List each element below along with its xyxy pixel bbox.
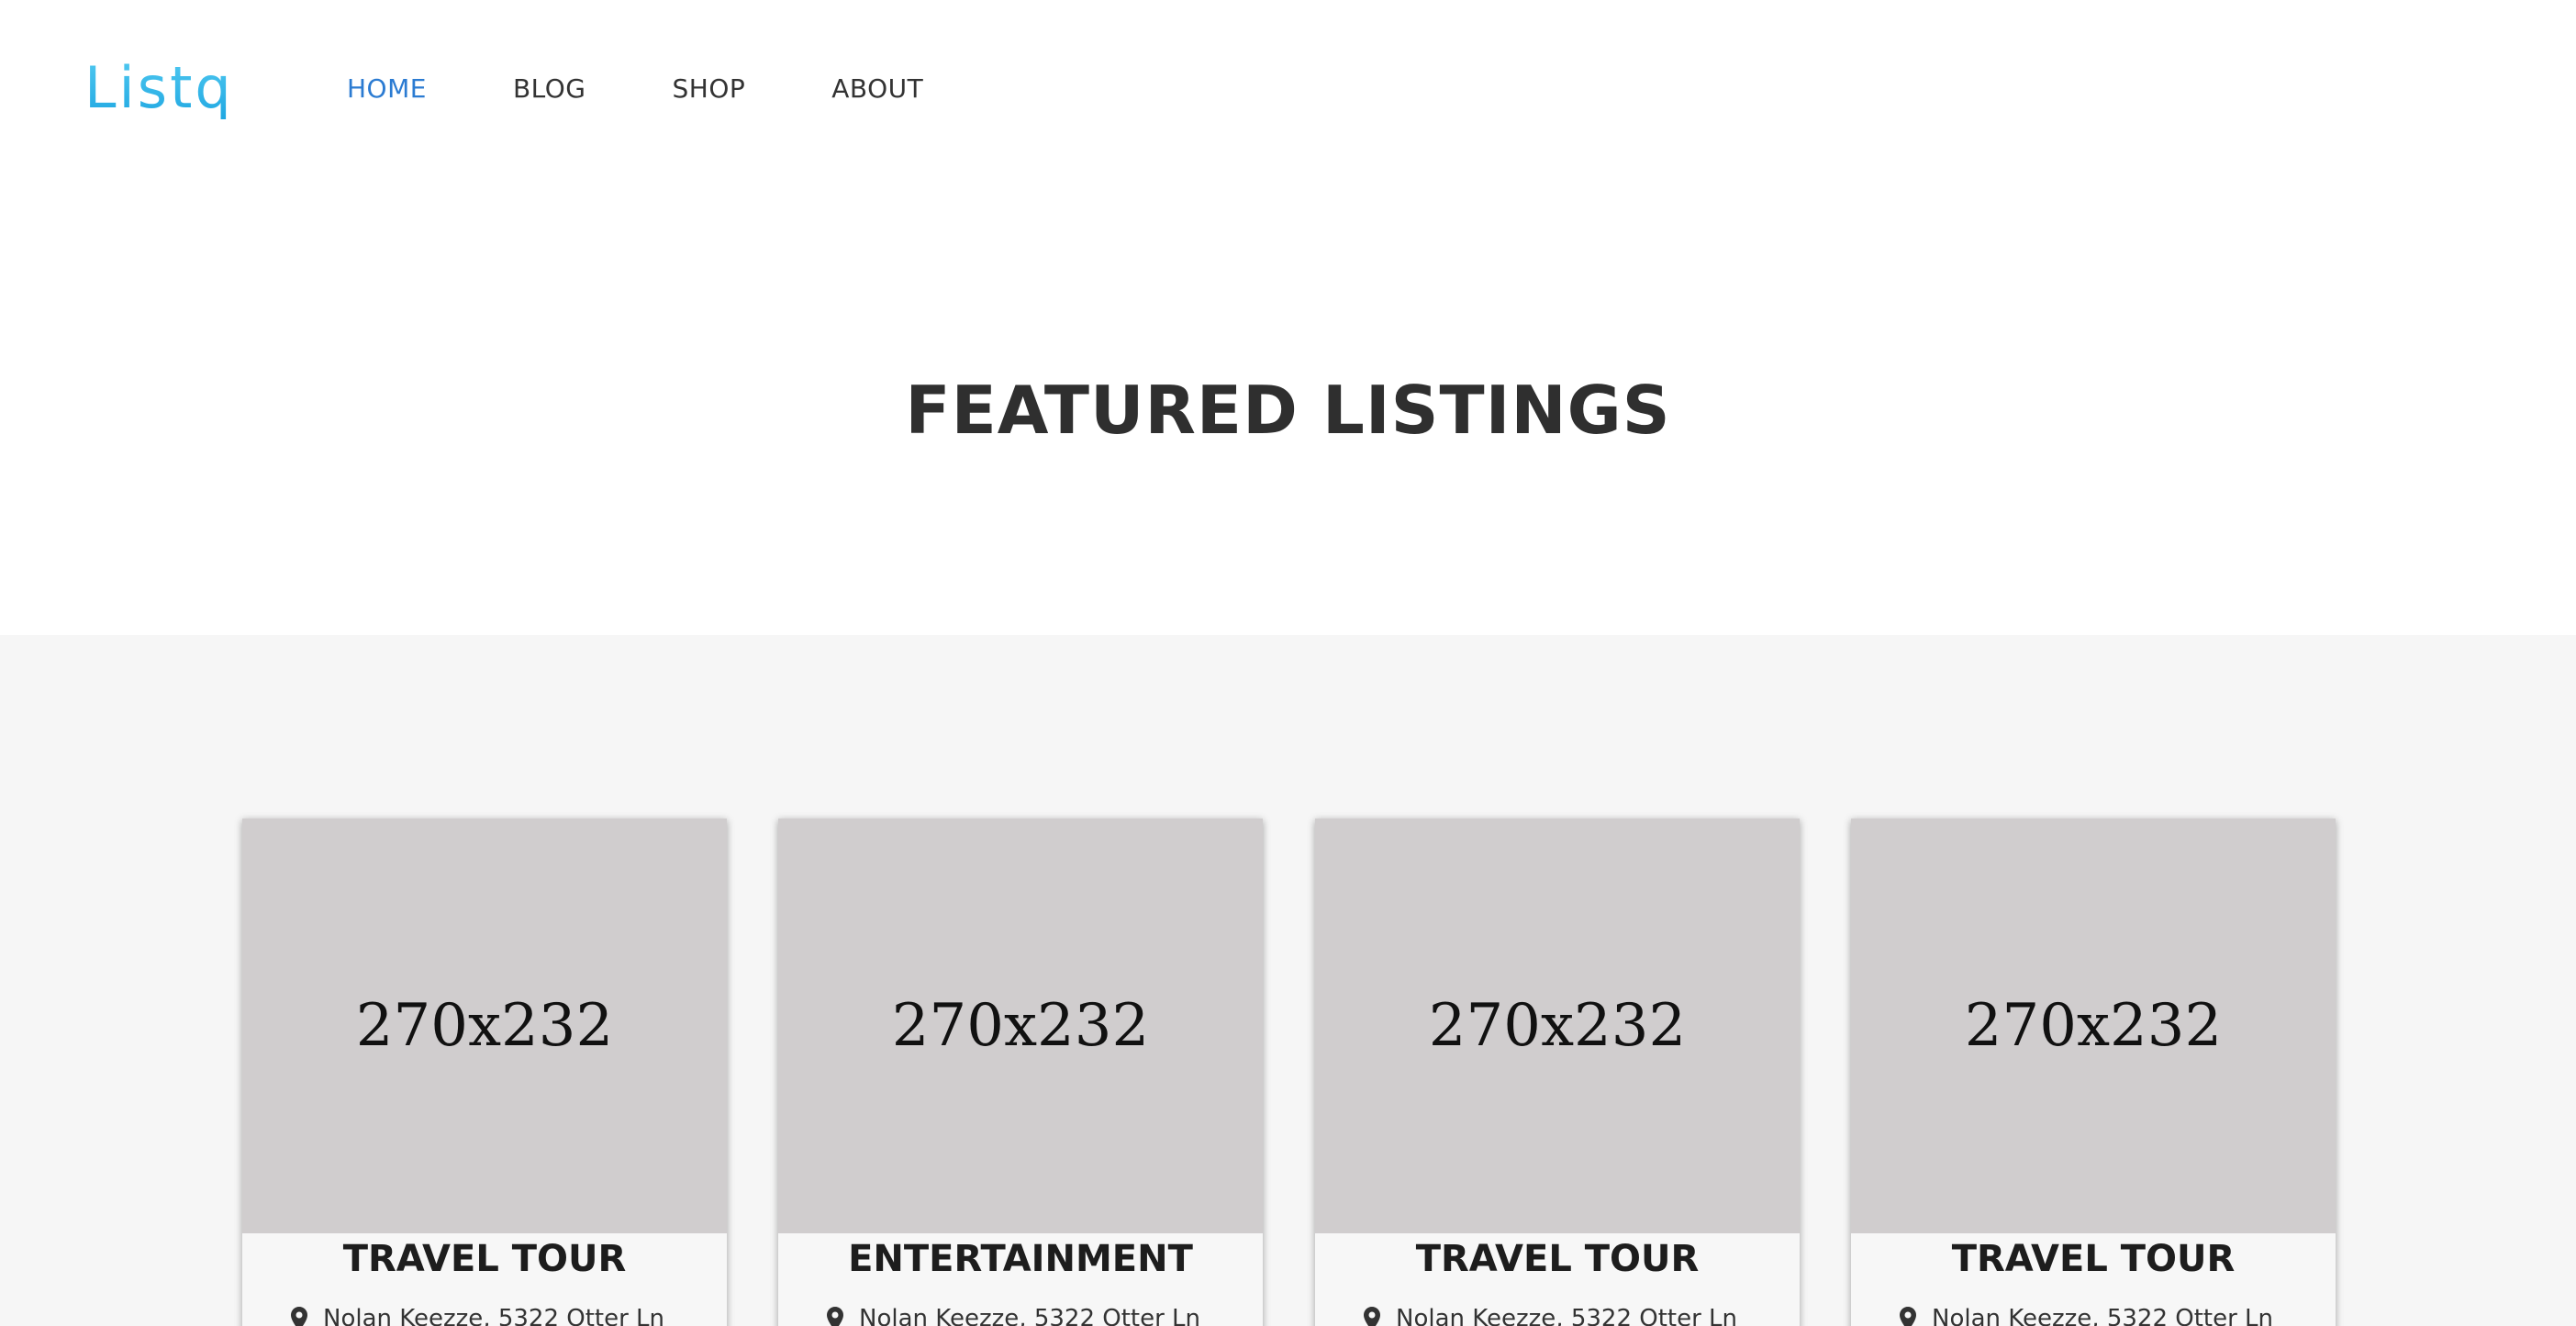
map-pin-icon — [1900, 1307, 1916, 1326]
featured-listings-section: 270x232 TRAVEL TOUR Nolan Keezze, 5322 O… — [0, 635, 2576, 1326]
listing-category[interactable]: TRAVEL TOUR — [1851, 1233, 2336, 1285]
listing-card[interactable]: 270x232 TRAVEL TOUR Nolan Keezze, 5322 O… — [242, 819, 727, 1326]
listing-meta: Nolan Keezze, 5322 Otter Ln — [242, 1305, 727, 1326]
listing-address: Nolan Keezze, 5322 Otter Ln — [1932, 1305, 2274, 1326]
listing-card[interactable]: 270x232 TRAVEL TOUR Nolan Keezze, 5322 O… — [1315, 819, 1800, 1326]
listing-image-placeholder[interactable]: 270x232 — [778, 819, 1263, 1233]
listing-address: Nolan Keezze, 5322 Otter Ln — [1396, 1305, 1738, 1326]
nav-item-blog[interactable]: BLOG — [513, 66, 586, 112]
map-pin-icon — [827, 1307, 843, 1326]
map-pin-icon — [1364, 1307, 1380, 1326]
listing-image-placeholder[interactable]: 270x232 — [1315, 819, 1800, 1233]
listing-meta: Nolan Keezze, 5322 Otter Ln — [1851, 1305, 2336, 1326]
map-pin-icon — [291, 1307, 307, 1326]
page-title: FEATURED LISTINGS — [905, 372, 1671, 449]
listing-card[interactable]: 270x232 TRAVEL TOUR Nolan Keezze, 5322 O… — [1851, 819, 2336, 1326]
listing-category[interactable]: TRAVEL TOUR — [242, 1233, 727, 1285]
listing-address: Nolan Keezze, 5322 Otter Ln — [859, 1305, 1201, 1326]
listing-image-placeholder[interactable]: 270x232 — [1851, 819, 2336, 1233]
main-nav: HOME BLOG SHOP ABOUT — [347, 66, 1009, 112]
listing-address: Nolan Keezze, 5322 Otter Ln — [323, 1305, 665, 1326]
site-logo[interactable]: Listq — [84, 51, 234, 125]
listing-category[interactable]: TRAVEL TOUR — [1315, 1233, 1800, 1285]
nav-item-shop[interactable]: SHOP — [673, 66, 746, 112]
listing-meta: Nolan Keezze, 5322 Otter Ln — [1315, 1305, 1800, 1326]
site-header: Listq HOME BLOG SHOP ABOUT — [0, 0, 2576, 180]
listing-image-placeholder[interactable]: 270x232 — [242, 819, 727, 1233]
listing-meta: Nolan Keezze, 5322 Otter Ln — [778, 1305, 1263, 1326]
nav-item-about[interactable]: ABOUT — [831, 66, 923, 112]
listing-card[interactable]: 270x232 ENTERTAINMENT Nolan Keezze, 5322… — [778, 819, 1263, 1326]
listing-category[interactable]: ENTERTAINMENT — [778, 1233, 1263, 1285]
nav-item-home[interactable]: HOME — [347, 66, 427, 112]
